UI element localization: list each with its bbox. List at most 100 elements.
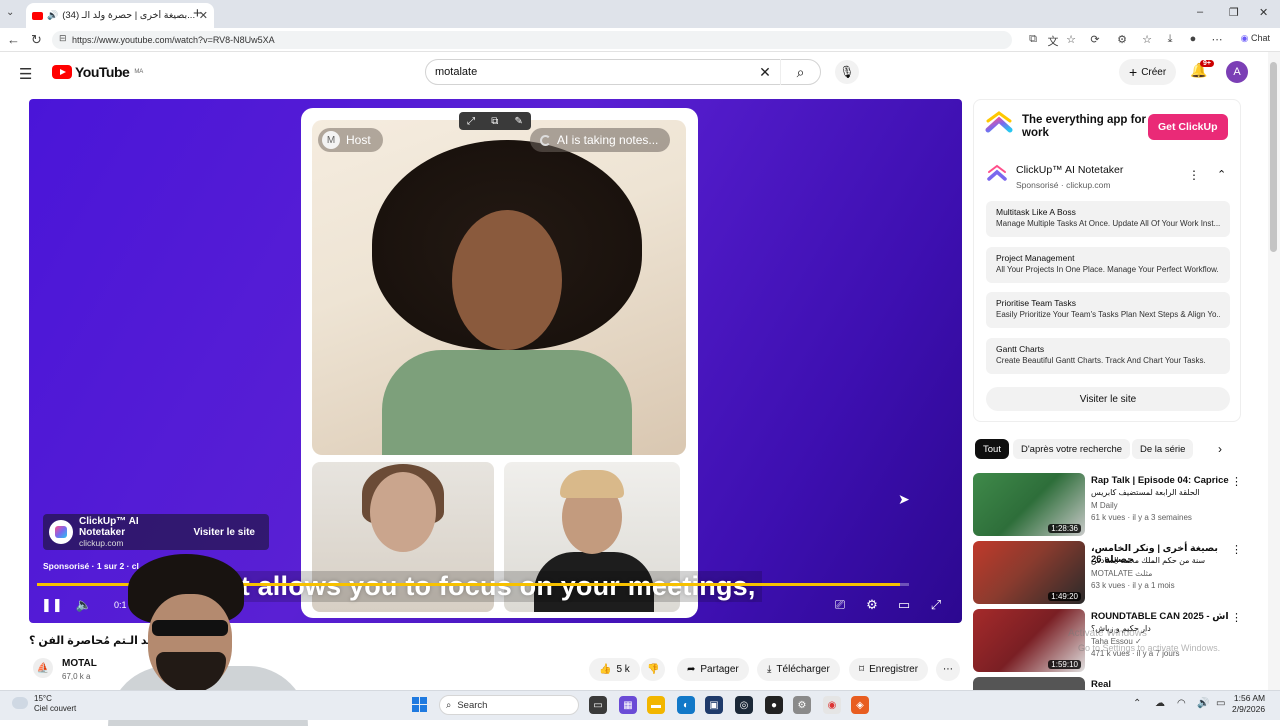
- file-explorer-icon[interactable]: ▬: [647, 696, 665, 714]
- pause-icon[interactable]: ❚❚: [41, 597, 63, 613]
- fullscreen-icon[interactable]: ⤢: [926, 597, 946, 613]
- windows-start-icon[interactable]: [412, 697, 427, 712]
- sitelink-prioritise-tasks[interactable]: Prioritise Team Tasks Easily Prioritize …: [986, 292, 1230, 328]
- chip-from-series[interactable]: De la série: [1132, 439, 1194, 459]
- site-info-icon[interactable]: ⊟: [59, 33, 67, 44]
- voice-search-button[interactable]: 🎙: [835, 60, 859, 84]
- chip-next-chevron-icon[interactable]: ›: [1218, 442, 1222, 456]
- channel-name[interactable]: MOTALATE مثلث: [1091, 569, 1152, 578]
- close-window-icon[interactable]: ✕: [1259, 6, 1268, 19]
- taskbar-search-box[interactable]: ⌕ Search: [439, 695, 579, 715]
- sitelink-gantt-charts[interactable]: Gantt Charts Create Beautiful Gantt Char…: [986, 338, 1230, 374]
- notification-count-badge: 9+: [1200, 60, 1214, 67]
- video-title[interactable]: Real: [1091, 679, 1231, 690]
- download-button[interactable]: ⤓ Télécharger: [757, 658, 840, 681]
- save-button[interactable]: ⌑ Enregistrer: [849, 658, 929, 681]
- cloud-sync-icon[interactable]: ☁: [1155, 698, 1165, 709]
- profile-icon[interactable]: ●: [1186, 33, 1200, 45]
- app-available-icon[interactable]: ⧉: [1026, 33, 1040, 46]
- url-field[interactable]: https://www.youtube.com/watch?v=RV8-N8Uw…: [52, 31, 1012, 49]
- copilot-chat-button[interactable]: ◉ Chat: [1241, 33, 1270, 44]
- share-button[interactable]: ➦ Partager: [677, 658, 749, 681]
- ad-options-kebab-icon[interactable]: ⋮: [1188, 168, 1200, 182]
- chip-all[interactable]: Tout: [975, 439, 1009, 459]
- recommended-video-4[interactable]: Real: [973, 677, 1253, 690]
- tray-chevron-icon[interactable]: ⌃: [1133, 698, 1141, 709]
- video-thumbnail[interactable]: 1:28:36: [973, 473, 1085, 536]
- steam-icon[interactable]: ◎: [735, 696, 753, 714]
- collections-icon[interactable]: ☆: [1140, 33, 1154, 46]
- search-button[interactable]: ⌕: [780, 59, 820, 85]
- tab-list-chevron-icon[interactable]: ⌄: [6, 7, 14, 18]
- clear-search-icon[interactable]: ✕: [750, 64, 780, 81]
- taskbar-clock[interactable]: 1:56 AM 2/9/2026: [1232, 693, 1265, 715]
- translate-icon[interactable]: 文: [1046, 33, 1060, 49]
- wifi-icon[interactable]: ◠: [1177, 698, 1186, 709]
- scrollbar-thumb[interactable]: [1270, 62, 1277, 252]
- create-button[interactable]: + Créer: [1119, 59, 1177, 85]
- dislike-button[interactable]: 👎: [641, 658, 666, 681]
- video-player[interactable]: M Host AI is taking notes... ⤢ ⧉ ✎ Click…: [29, 99, 962, 623]
- video-thumbnail[interactable]: [973, 677, 1085, 690]
- obs-icon[interactable]: ●: [765, 696, 783, 714]
- back-icon[interactable]: ←: [7, 32, 20, 47]
- media-app-icon[interactable]: ◈: [851, 696, 869, 714]
- account-avatar[interactable]: A: [1226, 61, 1248, 83]
- video-thumbnail[interactable]: 1:49:20: [973, 541, 1085, 604]
- visit-site-button[interactable]: Visiter le site: [185, 527, 263, 538]
- edge-browser-icon[interactable]: ◐: [677, 696, 695, 714]
- maximize-icon[interactable]: ❐: [1229, 6, 1239, 19]
- task-view-icon[interactable]: ▭: [589, 696, 607, 714]
- visit-site-button[interactable]: Visiter le site: [986, 387, 1230, 411]
- battery-icon[interactable]: ▭: [1216, 698, 1225, 709]
- cloud-icon[interactable]: [12, 697, 28, 709]
- subtitles-icon[interactable]: ⎚: [830, 597, 850, 613]
- like-button[interactable]: 👍 5 k: [589, 658, 640, 681]
- extensions-icon[interactable]: ⚙: [1115, 33, 1129, 46]
- channel-avatar[interactable]: ⛵: [33, 658, 53, 678]
- weather-desc: Ciel couvert: [34, 703, 77, 713]
- recommended-video-2[interactable]: 1:49:20 بصيغة أخرى | ونكر الخامس، حصيلة …: [973, 541, 1253, 605]
- like-count: 5 k: [616, 664, 630, 675]
- ad-overlay-card[interactable]: ClickUp™ AI Notetaker clickup.com Visite…: [43, 514, 269, 550]
- recommended-video-1[interactable]: 1:28:36 Rap Talk | Episode 04: Caprice ا…: [973, 473, 1253, 537]
- downloads-icon[interactable]: ⤓: [1163, 33, 1177, 46]
- recommended-video-3[interactable]: 1:59:10 ROUNDTABLE CAN 2025 - اش دار حكي…: [973, 609, 1253, 673]
- settings-gear-icon[interactable]: ⚙: [862, 597, 882, 613]
- channel-name[interactable]: MOTAL: [62, 658, 97, 669]
- more-actions-button[interactable]: ⋯: [936, 658, 960, 681]
- collapse-chevron-icon[interactable]: ⌃: [1217, 168, 1226, 181]
- sitelink-project-management[interactable]: Project Management All Your Projects In …: [986, 247, 1230, 283]
- browser-tab-active[interactable]: 🔊 (34) بصيغة أخرى | حصرة ولد الـ... ✕: [26, 3, 214, 28]
- more-menu-icon[interactable]: ⋯: [1210, 33, 1224, 46]
- video-title[interactable]: Rap Talk | Episode 04: Caprice: [1091, 475, 1231, 486]
- channel-name[interactable]: M Daily: [1091, 501, 1118, 510]
- search-input[interactable]: [426, 66, 750, 78]
- get-clickup-button[interactable]: Get ClickUp: [1148, 114, 1228, 140]
- reload-icon[interactable]: ↻: [31, 32, 42, 48]
- minimize-icon[interactable]: –: [1197, 6, 1203, 18]
- speaker-icon[interactable]: 🔊: [47, 10, 58, 21]
- widgets-icon[interactable]: ▦: [619, 696, 637, 714]
- chip-from-search[interactable]: D'après votre recherche: [1013, 439, 1131, 459]
- favorite-star-icon[interactable]: ☆: [1064, 33, 1078, 46]
- chrome-icon[interactable]: ◉: [823, 696, 841, 714]
- video-options-kebab-icon[interactable]: ⋮: [1231, 475, 1242, 488]
- speaker-tray-icon[interactable]: 🔊: [1197, 698, 1209, 709]
- volume-icon[interactable]: 🔈: [74, 597, 94, 613]
- video-title[interactable]: ROUNDTABLE CAN 2025 - اش: [1091, 611, 1231, 622]
- store-icon[interactable]: ▣: [705, 696, 723, 714]
- video-options-kebab-icon[interactable]: ⋮: [1231, 611, 1242, 624]
- weather-widget[interactable]: 15°C Ciel couvert: [34, 694, 76, 713]
- hamburger-menu-icon[interactable]: ☰: [19, 65, 32, 83]
- settings-app-icon[interactable]: ⚙: [793, 696, 811, 714]
- theater-mode-icon[interactable]: ▭: [894, 597, 914, 613]
- duration-badge: 1:59:10: [1048, 660, 1081, 669]
- youtube-logo[interactable]: YouTube MA: [52, 64, 143, 80]
- refresh-ext-icon[interactable]: ⟳: [1088, 33, 1102, 46]
- video-options-kebab-icon[interactable]: ⋮: [1231, 543, 1242, 556]
- advertiser-name[interactable]: ClickUp™ AI Notetaker: [1016, 164, 1123, 176]
- video-thumbnail[interactable]: 1:59:10: [973, 609, 1085, 672]
- sitelink-multitask[interactable]: Multitask Like A Boss Manage Multiple Ta…: [986, 201, 1230, 237]
- new-tab-icon[interactable]: +: [193, 5, 207, 22]
